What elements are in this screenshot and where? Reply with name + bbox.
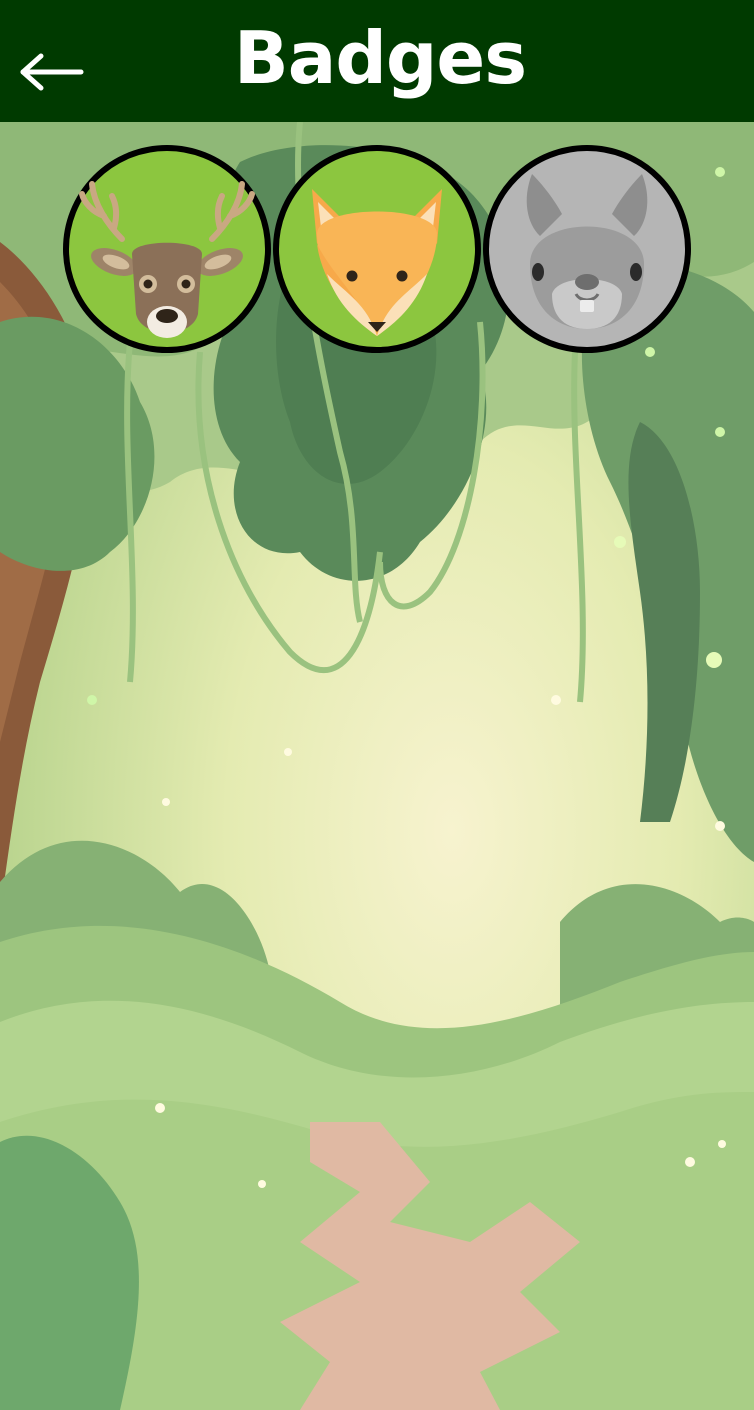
page-title: Badges	[233, 16, 527, 100]
badges-screen: Badges	[0, 0, 754, 1410]
app-bar: Badges	[0, 0, 754, 122]
badge-deer[interactable]	[62, 144, 272, 354]
badge-squirrel-locked[interactable]	[482, 144, 692, 354]
badge-fox[interactable]	[272, 144, 482, 354]
badges-list	[0, 122, 754, 362]
